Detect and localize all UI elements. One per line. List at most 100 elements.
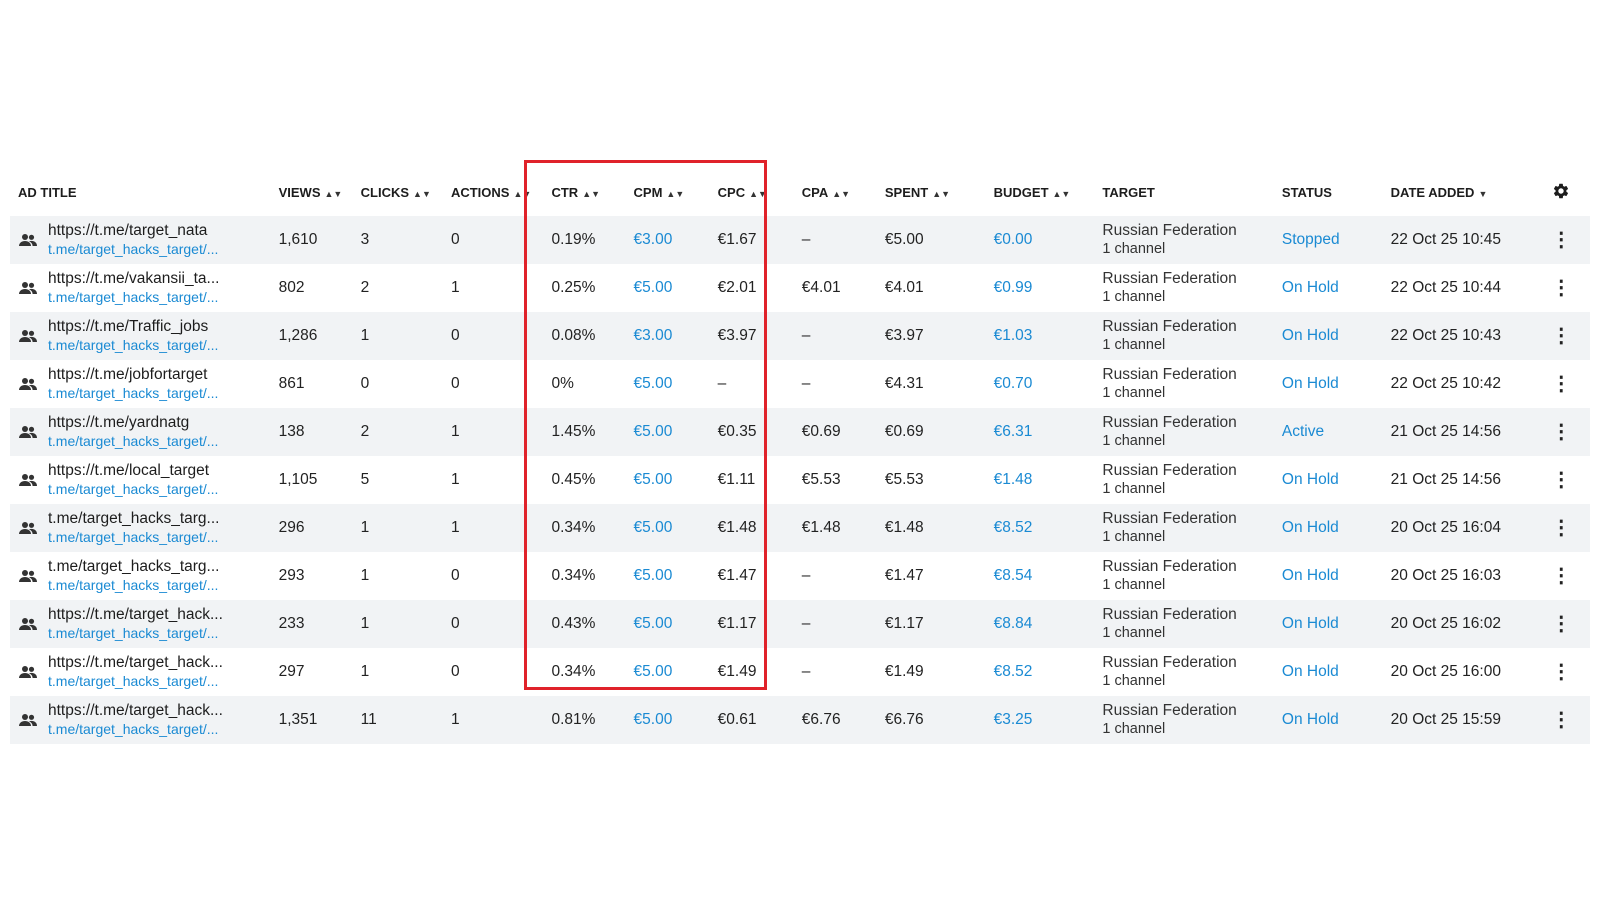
col-header-budget[interactable]: BUDGET ▲▼: [986, 168, 1095, 216]
cell-status: On Hold: [1273, 696, 1383, 744]
status-link[interactable]: On Hold: [1282, 615, 1339, 632]
status-link[interactable]: On Hold: [1282, 711, 1339, 728]
cell-cpa: €0.69: [793, 408, 877, 456]
cell-budget[interactable]: €3.25: [985, 696, 1095, 744]
more-vertical-icon[interactable]: ⋮: [1551, 709, 1571, 731]
more-vertical-icon[interactable]: ⋮: [1551, 565, 1571, 587]
target-country: Russian Federation: [1102, 606, 1237, 623]
ad-link[interactable]: t.me/target_hacks_target/...: [48, 529, 219, 546]
users-icon: [18, 617, 38, 631]
sort-down-icon[interactable]: ▼: [1478, 189, 1487, 199]
cell-spent: €3.97: [876, 312, 986, 360]
more-vertical-icon[interactable]: ⋮: [1551, 277, 1571, 299]
ad-link[interactable]: t.me/target_hacks_target/...: [48, 673, 223, 690]
table-row[interactable]: https://t.me/target_nata t.me/target_hac…: [10, 216, 1590, 264]
cell-budget[interactable]: €0.70: [986, 360, 1095, 408]
cell-cpm[interactable]: €5.00: [626, 264, 710, 312]
sort-icon[interactable]: ▲▼: [513, 189, 531, 199]
table-row[interactable]: https://t.me/vakansii_ta... t.me/target_…: [10, 264, 1590, 312]
ad-link[interactable]: t.me/target_hacks_target/...: [48, 625, 223, 642]
more-vertical-icon[interactable]: ⋮: [1551, 421, 1571, 443]
status-link[interactable]: On Hold: [1282, 567, 1339, 584]
cell-cpm[interactable]: €5.00: [625, 408, 710, 456]
cell-views: 1,610: [270, 216, 353, 264]
gear-icon[interactable]: [1552, 182, 1570, 203]
cell-cpm[interactable]: €5.00: [626, 648, 710, 696]
sort-icon[interactable]: ▲▼: [932, 189, 950, 199]
status-link[interactable]: On Hold: [1282, 375, 1339, 392]
cell-cpm[interactable]: €5.00: [626, 552, 710, 600]
cell-cpm[interactable]: €3.00: [625, 312, 710, 360]
col-header-clicks[interactable]: CLICKS ▲▼: [353, 168, 443, 216]
col-header-cpc[interactable]: CPC ▲▼: [710, 168, 794, 216]
table-row[interactable]: https://t.me/yardnatg t.me/target_hacks_…: [10, 408, 1590, 456]
cell-cpm[interactable]: €5.00: [626, 456, 710, 504]
cell-cpm[interactable]: €5.00: [625, 504, 710, 552]
sort-icon[interactable]: ▲▼: [1053, 189, 1071, 199]
cell-budget[interactable]: €6.31: [985, 408, 1095, 456]
col-header-actions[interactable]: ACTIONS ▲▼: [443, 168, 544, 216]
table-row[interactable]: https://t.me/target_hack... t.me/target_…: [10, 648, 1590, 696]
table-row[interactable]: t.me/target_hacks_targ... t.me/target_ha…: [10, 552, 1590, 600]
target-channels: 1 channel: [1102, 432, 1166, 449]
cell-budget[interactable]: €8.52: [986, 648, 1095, 696]
table-row[interactable]: https://t.me/target_hack... t.me/target_…: [10, 600, 1590, 648]
cell-cpm[interactable]: €5.00: [626, 360, 710, 408]
sort-icon[interactable]: ▲▼: [666, 189, 684, 199]
ad-link[interactable]: t.me/target_hacks_target/...: [48, 337, 218, 354]
cell-ctr: 0.08%: [543, 312, 626, 360]
col-header-date-added[interactable]: DATE ADDED ▼: [1383, 168, 1533, 216]
more-vertical-icon[interactable]: ⋮: [1551, 661, 1571, 683]
more-vertical-icon[interactable]: ⋮: [1551, 325, 1571, 347]
cell-status: Stopped: [1273, 216, 1383, 264]
more-vertical-icon[interactable]: ⋮: [1551, 469, 1571, 491]
cell-cpm[interactable]: €5.00: [625, 600, 710, 648]
table-row[interactable]: https://t.me/jobfortarget t.me/target_ha…: [10, 360, 1590, 408]
table-row[interactable]: t.me/target_hacks_targ... t.me/target_ha…: [10, 504, 1590, 552]
table-row[interactable]: https://t.me/target_hack... t.me/target_…: [10, 696, 1590, 744]
ad-link[interactable]: t.me/target_hacks_target/...: [48, 289, 219, 306]
cell-budget[interactable]: €0.00: [985, 216, 1095, 264]
ad-link[interactable]: t.me/target_hacks_target/...: [48, 385, 218, 402]
col-header-ctr[interactable]: CTR ▲▼: [543, 168, 625, 216]
more-vertical-icon[interactable]: ⋮: [1551, 229, 1571, 251]
table-row[interactable]: https://t.me/Traffic_jobs t.me/target_ha…: [10, 312, 1590, 360]
cell-budget[interactable]: €8.52: [985, 504, 1095, 552]
cell-budget[interactable]: €8.84: [985, 600, 1095, 648]
col-header-cpa[interactable]: CPA ▲▼: [794, 168, 877, 216]
col-label-budget: BUDGET: [993, 184, 1049, 200]
cell-budget[interactable]: €1.03: [985, 312, 1095, 360]
cell-ad-title: https://t.me/target_hack... t.me/target_…: [10, 696, 271, 744]
sort-icon[interactable]: ▲▼: [325, 189, 343, 199]
ad-link[interactable]: t.me/target_hacks_target/...: [48, 241, 218, 258]
status-link[interactable]: Active: [1282, 423, 1324, 440]
status-link[interactable]: On Hold: [1282, 327, 1339, 344]
cell-budget[interactable]: €0.99: [986, 264, 1095, 312]
more-vertical-icon[interactable]: ⋮: [1551, 517, 1571, 539]
sort-icon[interactable]: ▲▼: [413, 189, 431, 199]
ad-link[interactable]: t.me/target_hacks_target/...: [48, 433, 218, 450]
ad-link[interactable]: t.me/target_hacks_target/...: [48, 481, 218, 498]
sort-icon[interactable]: ▲▼: [832, 189, 850, 199]
status-link[interactable]: On Hold: [1282, 663, 1339, 680]
table-row[interactable]: https://t.me/local_target t.me/target_ha…: [10, 456, 1590, 504]
sort-icon[interactable]: ▲▼: [749, 189, 767, 199]
col-header-spent[interactable]: SPENT ▲▼: [877, 168, 986, 216]
sort-icon[interactable]: ▲▼: [582, 189, 600, 199]
cell-actions: 0: [442, 216, 544, 264]
cell-cpm[interactable]: €5.00: [625, 696, 710, 744]
col-header-views[interactable]: VIEWS ▲▼: [271, 168, 353, 216]
col-header-cpm[interactable]: CPM ▲▼: [626, 168, 710, 216]
cell-budget[interactable]: €8.54: [986, 552, 1095, 600]
more-vertical-icon[interactable]: ⋮: [1551, 373, 1571, 395]
status-link[interactable]: On Hold: [1282, 519, 1339, 536]
cell-budget[interactable]: €1.48: [986, 456, 1095, 504]
ad-link[interactable]: t.me/target_hacks_target/...: [48, 721, 223, 738]
col-label-target: TARGET: [1102, 184, 1155, 200]
status-link[interactable]: Stopped: [1282, 231, 1340, 248]
more-vertical-icon[interactable]: ⋮: [1551, 613, 1571, 635]
status-link[interactable]: On Hold: [1282, 279, 1339, 296]
status-link[interactable]: On Hold: [1282, 471, 1339, 488]
ad-link[interactable]: t.me/target_hacks_target/...: [48, 577, 219, 594]
cell-cpm[interactable]: €3.00: [625, 216, 710, 264]
